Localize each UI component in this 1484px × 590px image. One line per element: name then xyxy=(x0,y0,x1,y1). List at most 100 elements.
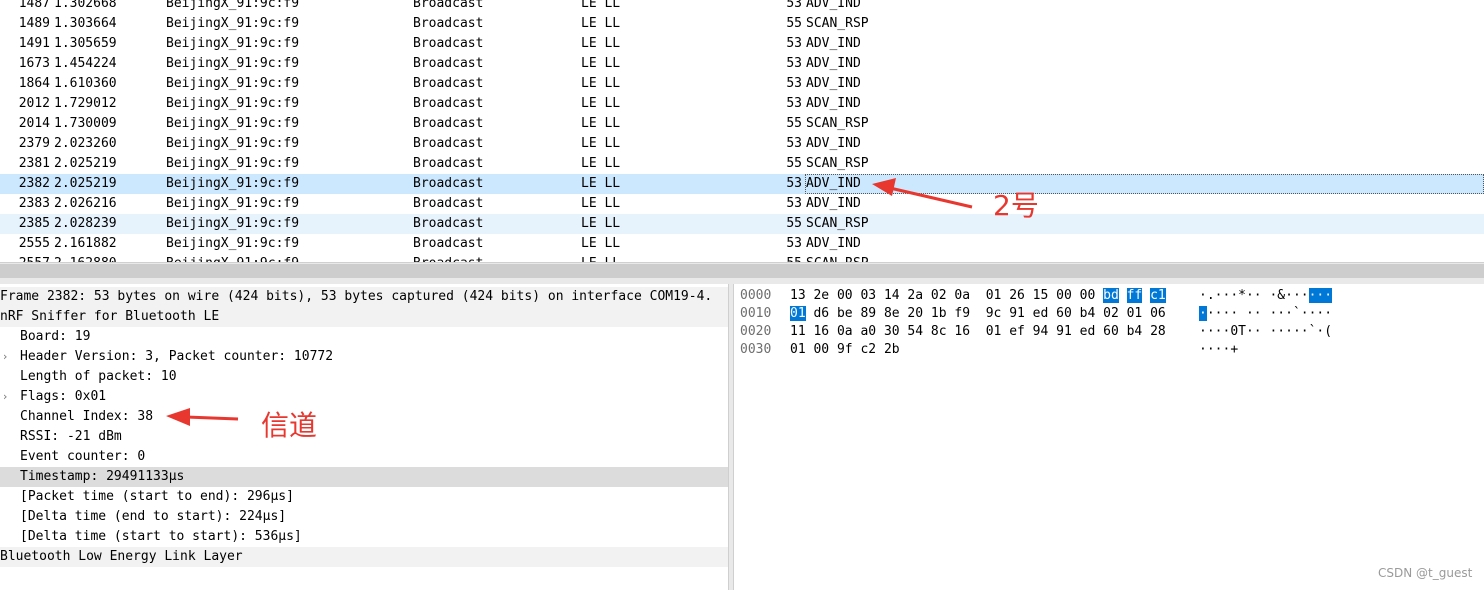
hex-byte[interactable]: bd xyxy=(1103,288,1119,303)
packet-row[interactable]: 2012 1.729012 BeijingX_91:9c:f9 Broadcast LE… xyxy=(0,94,1484,114)
hex-byte[interactable]: 01 xyxy=(790,306,806,321)
hex-byte[interactable]: 16 xyxy=(813,324,829,339)
hex-byte[interactable]: 00 xyxy=(813,342,829,357)
hex-byte[interactable]: b4 xyxy=(1127,324,1143,339)
hex-byte[interactable]: 01 xyxy=(986,288,1002,303)
packet-row[interactable]: 2014 1.730009 BeijingX_91:9c:f9 Broadcast LE… xyxy=(0,114,1484,134)
hex-byte[interactable]: 30 xyxy=(884,324,900,339)
hex-byte[interactable]: ed xyxy=(1080,324,1096,339)
bytes-ascii[interactable]: ····0T·· ·····`·( xyxy=(1199,323,1332,341)
detail-tree-item[interactable]: Frame 2382: 53 bytes on wire (424 bits),… xyxy=(0,287,728,307)
hex-byte[interactable]: 60 xyxy=(1056,306,1072,321)
hex-byte[interactable]: 02 xyxy=(1103,306,1119,321)
hex-byte[interactable]: 00 xyxy=(1080,288,1096,303)
hex-byte[interactable]: f9 xyxy=(954,306,970,321)
hex-byte[interactable]: 02 xyxy=(931,288,947,303)
packet-list-horizontal-scrollbar[interactable] xyxy=(0,264,1484,278)
detail-tree-item[interactable]: Channel Index: 38 xyxy=(0,407,728,427)
hex-byte[interactable]: 01 xyxy=(790,342,806,357)
hex-byte[interactable]: d6 xyxy=(813,306,829,321)
packet-row[interactable]: 1487 1.302668 BeijingX_91:9c:f9 Broadcast LE… xyxy=(0,0,1484,14)
detail-tree-item[interactable]: Timestamp: 29491133µs xyxy=(0,467,728,487)
hex-byte[interactable]: 00 xyxy=(1056,288,1072,303)
hex-byte[interactable]: 0a xyxy=(954,288,970,303)
packet-row[interactable]: 1864 1.610360 BeijingX_91:9c:f9 Broadcast LE… xyxy=(0,74,1484,94)
hex-byte[interactable]: c1 xyxy=(1150,288,1166,303)
hex-byte[interactable]: 13 xyxy=(790,288,806,303)
hex-byte[interactable]: 91 xyxy=(1056,324,1072,339)
hex-byte[interactable]: 16 xyxy=(954,324,970,339)
detail-tree-item[interactable]: [Delta time (start to start): 536µs] xyxy=(0,527,728,547)
hex-byte[interactable]: 06 xyxy=(1150,306,1166,321)
hex-byte[interactable]: ed xyxy=(1033,306,1049,321)
packet-details-pane[interactable]: Frame 2382: 53 bytes on wire (424 bits),… xyxy=(0,284,728,590)
hex-byte[interactable]: b4 xyxy=(1080,306,1096,321)
bytes-ascii[interactable]: ····+ xyxy=(1199,341,1238,359)
hex-byte[interactable]: 8c xyxy=(931,324,947,339)
hex-byte[interactable]: ef xyxy=(1009,324,1025,339)
expand-chevron-icon[interactable]: › xyxy=(3,347,13,367)
hex-byte[interactable]: 15 xyxy=(1033,288,1049,303)
packet-info: ADV_IND xyxy=(806,136,861,151)
bytes-ascii[interactable]: ····· ·· ···`···· xyxy=(1199,305,1332,323)
hex-byte[interactable]: 8e xyxy=(884,306,900,321)
hex-byte[interactable]: a0 xyxy=(860,324,876,339)
hex-byte[interactable]: 01 xyxy=(986,324,1002,339)
detail-tree-item[interactable]: › Header Version: 3, Packet counter: 1077… xyxy=(0,347,728,367)
detail-text: Board: 19 xyxy=(20,329,91,344)
hex-byte[interactable]: 1b xyxy=(931,306,947,321)
packet-bytes-pane[interactable]: 0000 13 2e 00 03 14 2a 02 0a 01 26 15 00 … xyxy=(734,284,1484,590)
detail-tree-item[interactable]: [Delta time (end to start): 224µs] xyxy=(0,507,728,527)
packet-row[interactable]: 2557 2.162880 BeijingX_91:9c:f9 Broadcast LE… xyxy=(0,254,1484,262)
packet-list[interactable]: 1487 1.302668 BeijingX_91:9c:f9 Broadcast LE… xyxy=(0,0,1484,262)
packet-row[interactable]: 2379 2.023260 BeijingX_91:9c:f9 Broadcast LE… xyxy=(0,134,1484,154)
hex-byte[interactable]: 2e xyxy=(813,288,829,303)
hex-byte[interactable]: 0a xyxy=(837,324,853,339)
detail-tree-item[interactable]: RSSI: -21 dBm xyxy=(0,427,728,447)
packet-row[interactable]: 2555 2.161882 BeijingX_91:9c:f9 Broadcast LE… xyxy=(0,234,1484,254)
packet-row[interactable]: 1491 1.305659 BeijingX_91:9c:f9 Broadcast LE… xyxy=(0,34,1484,54)
packet-destination: Broadcast xyxy=(413,56,484,71)
hex-byte[interactable]: 94 xyxy=(1033,324,1049,339)
hex-byte[interactable]: 89 xyxy=(860,306,876,321)
hex-byte[interactable]: 00 xyxy=(837,288,853,303)
detail-tree-item[interactable]: [Packet time (start to end): 296µs] xyxy=(0,487,728,507)
expand-chevron-icon[interactable]: › xyxy=(3,387,13,407)
bytes-ascii[interactable]: ·.···*·· ·&······ xyxy=(1199,287,1333,305)
bytes-hex[interactable]: 01 00 9f c2 2b xyxy=(790,341,900,359)
detail-tree-item[interactable]: Length of packet: 10 xyxy=(0,367,728,387)
hex-byte[interactable]: 9c xyxy=(986,306,1002,321)
hex-byte[interactable]: 26 xyxy=(1009,288,1025,303)
detail-tree-item[interactable]: nRF Sniffer for Bluetooth LE xyxy=(0,307,728,327)
bytes-hex[interactable]: 13 2e 00 03 14 2a 02 0a 01 26 15 00 00 b… xyxy=(790,287,1166,305)
hex-byte[interactable]: c2 xyxy=(860,342,876,357)
hex-byte[interactable]: 01 xyxy=(1127,306,1143,321)
packet-row[interactable]: 2382 2.025219 BeijingX_91:9c:f9 Broadcast LE… xyxy=(0,174,1484,194)
packet-row[interactable]: 2381 2.025219 BeijingX_91:9c:f9 Broadcast LE… xyxy=(0,154,1484,174)
hex-byte[interactable]: 2a xyxy=(907,288,923,303)
detail-tree-item[interactable]: › Flags: 0x01 xyxy=(0,387,728,407)
detail-tree-item[interactable]: Bluetooth Low Energy Link Layer xyxy=(0,547,728,567)
hex-byte[interactable]: 2b xyxy=(884,342,900,357)
detail-tree-item[interactable]: Board: 19 xyxy=(0,327,728,347)
hex-byte[interactable]: 54 xyxy=(907,324,923,339)
packet-row[interactable]: 2385 2.028239 BeijingX_91:9c:f9 Broadcast LE… xyxy=(0,214,1484,234)
hex-byte[interactable]: 03 xyxy=(860,288,876,303)
packet-row[interactable]: 1673 1.454224 BeijingX_91:9c:f9 Broadcast LE… xyxy=(0,54,1484,74)
hex-byte[interactable]: 9f xyxy=(837,342,853,357)
detail-tree-item[interactable]: Event counter: 0 xyxy=(0,447,728,467)
packet-protocol: LE LL xyxy=(581,216,621,231)
hex-byte[interactable]: 20 xyxy=(907,306,923,321)
packet-row[interactable]: 2383 2.026216 BeijingX_91:9c:f9 Broadcast LE… xyxy=(0,194,1484,214)
packet-row[interactable]: 1489 1.303664 BeijingX_91:9c:f9 Broadcast LE… xyxy=(0,14,1484,34)
hex-byte[interactable]: be xyxy=(837,306,853,321)
packet-time: 2.161882 xyxy=(54,236,117,251)
hex-byte[interactable]: 91 xyxy=(1009,306,1025,321)
hex-byte[interactable]: 60 xyxy=(1103,324,1119,339)
bytes-hex[interactable]: 01 d6 be 89 8e 20 1b f9 9c 91 ed 60 b4 0… xyxy=(790,305,1166,323)
hex-byte[interactable]: 14 xyxy=(884,288,900,303)
hex-byte[interactable]: ff xyxy=(1126,288,1143,303)
hex-byte[interactable]: 28 xyxy=(1150,324,1166,339)
hex-byte[interactable]: 11 xyxy=(790,324,806,339)
bytes-hex[interactable]: 11 16 0a a0 30 54 8c 16 01 ef 94 91 ed 6… xyxy=(790,323,1166,341)
